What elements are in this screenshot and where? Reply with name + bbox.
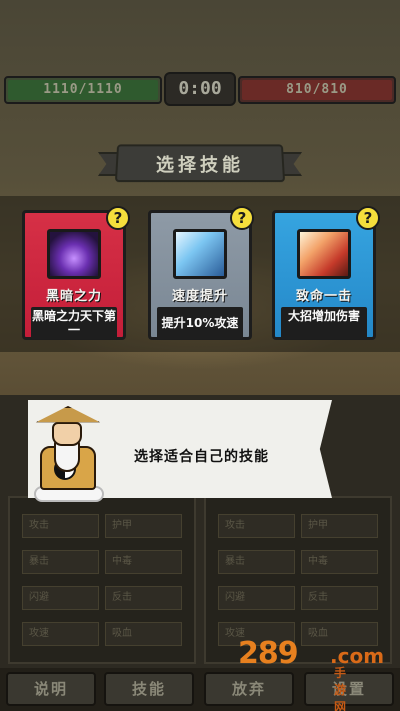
skill-name: 黑暗之力 — [45, 289, 102, 304]
skill-card-speed-up[interactable]: 速度提升 提升10%攻速 — [148, 210, 252, 340]
skill-card-dark-power[interactable]: 黑暗之力 黑暗之力天下第一 — [22, 210, 126, 340]
enemy-hp-text: 810/810 — [286, 82, 348, 97]
skill-description: 黑暗之力天下第一 — [31, 307, 117, 339]
stat-cell: 中毒 — [301, 550, 378, 574]
watermark-number: 289 — [238, 636, 299, 671]
stat-cell: 攻击 — [22, 514, 99, 538]
stat-cell: 吸血 — [105, 622, 182, 646]
skills-button[interactable]: 技能 — [104, 672, 194, 706]
stat-cell: 闪避 — [22, 586, 99, 610]
player-hp-text: 1110/1110 — [43, 82, 123, 97]
critical-strike-icon — [297, 229, 351, 279]
enemy-stats-panel: 攻击 护甲 暴击 中毒 闪避 反击 攻速 吸血 — [204, 496, 392, 664]
banner-title: 选择技能 — [156, 155, 244, 176]
dialog-text: 选择适合自己的技能 — [134, 449, 269, 465]
skill-name: 速度提升 — [171, 289, 228, 304]
battle-timer: 0:00 — [164, 72, 236, 106]
stat-cell: 中毒 — [105, 550, 182, 574]
help-icon[interactable]: ? — [356, 206, 380, 230]
stat-cell: 护甲 — [301, 514, 378, 538]
skill-description: 大招增加伤害 — [281, 307, 367, 339]
player-stats-panel: 攻击 护甲 暴击 中毒 闪避 反击 攻速 吸血 — [8, 496, 196, 664]
stat-cell: 暴击 — [22, 550, 99, 574]
stat-cell: 攻速 — [22, 622, 99, 646]
stat-cell: 暴击 — [218, 550, 295, 574]
stat-cell: 闪避 — [218, 586, 295, 610]
skill-card-critical-strike[interactable]: 致命一击 大招增加伤害 — [272, 210, 376, 340]
choose-skill-banner: 选择技能 — [98, 140, 302, 186]
stat-cell: 反击 — [301, 586, 378, 610]
settings-button[interactable]: 设置 — [304, 672, 394, 706]
enemy-hp-bar: 810/810 — [238, 76, 396, 104]
sage-avatar — [32, 402, 104, 502]
dark-power-icon — [47, 229, 101, 279]
info-button[interactable]: 说明 — [6, 672, 96, 706]
stat-cell: 反击 — [105, 586, 182, 610]
skill-name: 致命一击 — [295, 289, 352, 304]
give-up-button[interactable]: 放弃 — [204, 672, 294, 706]
player-hp-bar: 1110/1110 — [4, 76, 162, 104]
stat-cell: 攻击 — [218, 514, 295, 538]
stat-cell: 护甲 — [105, 514, 182, 538]
speed-up-icon — [173, 229, 227, 279]
watermark-sub: 手游网 — [334, 666, 348, 711]
skill-description: 提升10%攻速 — [157, 307, 243, 339]
help-icon[interactable]: ? — [106, 206, 130, 230]
help-icon[interactable]: ? — [230, 206, 254, 230]
stat-cell: 吸血 — [301, 622, 378, 646]
